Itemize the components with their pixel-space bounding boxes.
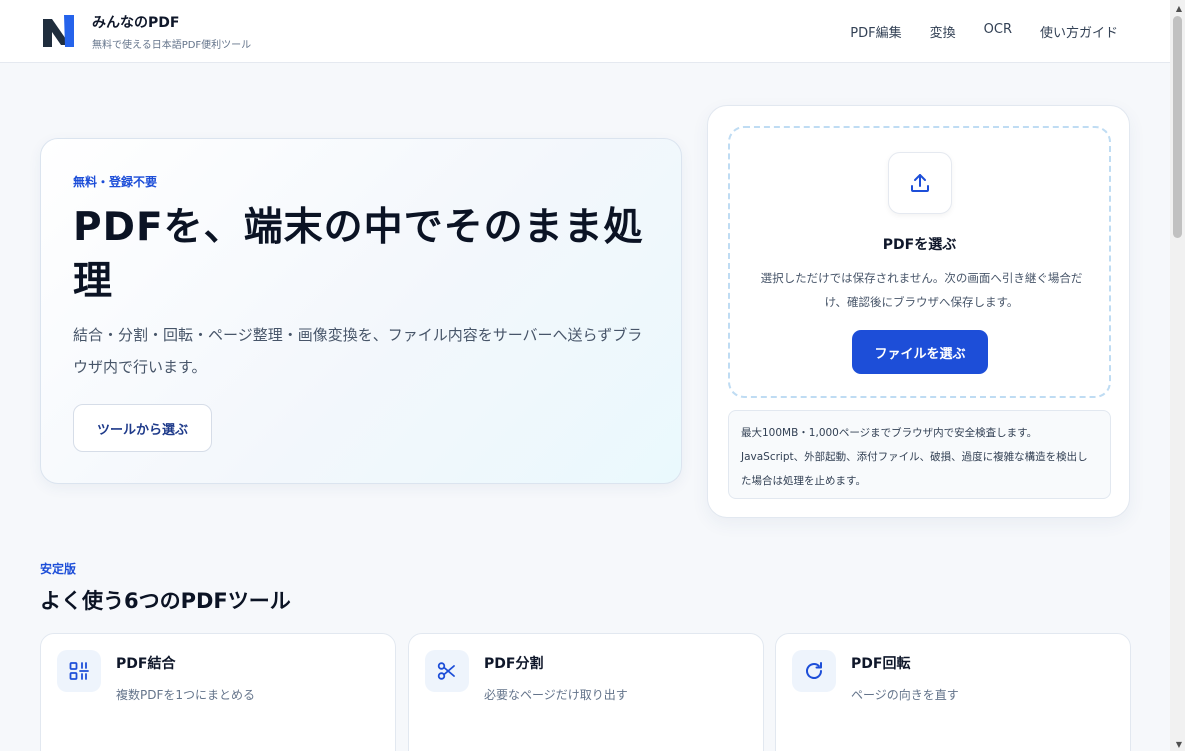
choose-file-button[interactable]: ファイルを選ぶ [852,330,988,374]
hero-description: 結合・分割・回転・ページ整理・画像変換を、ファイル内容をサーバーへ送らずブラウザ… [73,326,643,376]
brand-name[interactable]: みんなのPDF [92,12,179,32]
logo-icon[interactable] [40,13,78,49]
site-header: みんなのPDF 無料で使える日本語PDF便利ツール PDF編集 変換 OCR 使… [0,0,1170,63]
scissors-icon [425,650,469,692]
choose-tool-button[interactable]: ツールから選ぶ [73,404,212,452]
scrollbar-thumb[interactable] [1173,16,1182,238]
file-dropzone[interactable]: PDFを選ぶ 選択しただけでは保存されません。次の画面へ引き継ぐ場合だけ、確認後… [728,126,1111,398]
merge-icon [57,650,101,692]
dropzone-description: 選択しただけでは保存されません。次の画面へ引き継ぐ場合だけ、確認後にブラウザへ保… [760,271,1083,309]
scroll-down-arrow-icon[interactable]: ▼ [1176,740,1182,749]
main-nav: PDF編集 変換 OCR 使い方ガイド [850,22,1118,41]
tool-name: PDF結合 [116,656,176,672]
nav-ocr[interactable]: OCR [984,22,1012,41]
tool-name: PDF分割 [484,656,544,672]
security-note-line-1: 最大100MB・1,000ページまでブラウザ内で安全検査します。 [741,427,1038,439]
tool-card-merge[interactable]: PDF結合 複数PDFを1つにまとめる [40,633,396,751]
page-scrollbar[interactable]: ▲ ▼ [1170,0,1185,751]
brand-tagline: 無料で使える日本語PDF便利ツール [92,40,252,51]
tool-description: ページの向きを直す [851,688,959,702]
dropzone-title: PDFを選ぶ [882,237,957,253]
tools-section-title: よく使う6つのPDFツール [40,589,291,613]
scroll-up-arrow-icon[interactable]: ▲ [1176,4,1182,13]
tool-card-rotate[interactable]: PDF回転 ページの向きを直す [775,633,1131,751]
nav-pdf-edit[interactable]: PDF編集 [850,22,901,41]
hero-title: PDFを、端末の中でそのまま処理 [73,205,644,304]
tool-name: PDF回転 [851,656,911,672]
rotate-icon [792,650,836,692]
tool-description: 必要なページだけ取り出す [484,688,628,702]
upload-panel: PDFを選ぶ 選択しただけでは保存されません。次の画面へ引き継ぐ場合だけ、確認後… [707,105,1130,518]
upload-icon[interactable] [888,152,952,214]
tools-eyebrow: 安定版 [40,562,77,576]
tool-description: 複数PDFを1つにまとめる [116,688,256,702]
hero-eyebrow: 無料・登録不要 [73,175,158,189]
security-note: 最大100MB・1,000ページまでブラウザ内で安全検査します。 JavaScr… [728,410,1111,499]
nav-convert[interactable]: 変換 [930,22,956,41]
hero-card: 無料・登録不要 PDFを、端末の中でそのまま処理 結合・分割・回転・ページ整理・… [40,138,682,484]
security-note-line-2: JavaScript、外部起動、添付ファイル、破損、過度に複雑な構造を検出した場… [741,451,1088,487]
tool-card-split[interactable]: PDF分割 必要なページだけ取り出す [408,633,764,751]
nav-guide[interactable]: 使い方ガイド [1040,22,1118,41]
